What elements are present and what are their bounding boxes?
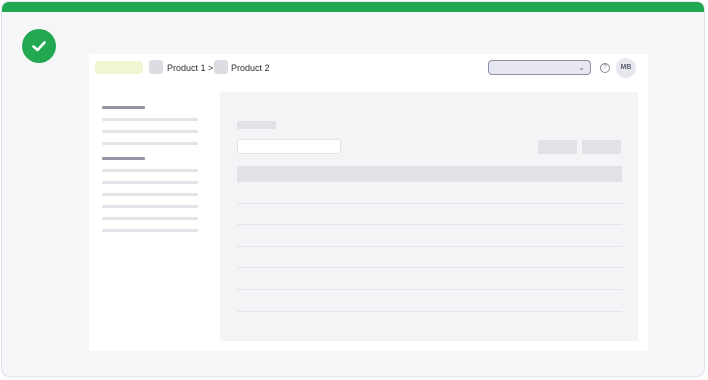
table-row[interactable]: [237, 311, 622, 312]
sidebar-item[interactable]: [102, 229, 198, 232]
product-2-icon: [214, 60, 228, 74]
chevron-down-icon: ⌄: [578, 63, 585, 72]
table-row[interactable]: [237, 203, 622, 204]
sidebar-item[interactable]: [102, 142, 198, 145]
logo-placeholder: [95, 61, 143, 74]
action-button-secondary[interactable]: [582, 140, 621, 154]
app-window: Product 1 > Product 2 ⌄ ? MB: [89, 54, 648, 351]
table-row[interactable]: [237, 224, 622, 225]
header-select[interactable]: ⌄: [488, 60, 591, 75]
illustration-card: Product 1 > Product 2 ⌄ ? MB: [1, 1, 705, 377]
action-button-primary[interactable]: [538, 140, 577, 154]
table-row[interactable]: [237, 289, 622, 290]
main-panel: [220, 92, 638, 341]
sidebar-section-heading: [102, 106, 145, 109]
sidebar-item[interactable]: [102, 130, 198, 133]
search-input[interactable]: [237, 139, 341, 154]
avatar[interactable]: MB: [616, 58, 636, 78]
breadcrumb-item-product-2[interactable]: Product 2: [231, 63, 270, 73]
table-row[interactable]: [237, 267, 622, 268]
sidebar-item[interactable]: [102, 181, 198, 184]
success-bar: [2, 2, 704, 12]
breadcrumb-item-product-1[interactable]: Product 1 >: [167, 63, 213, 73]
sidebar-section-heading: [102, 157, 145, 160]
sidebar-item[interactable]: [102, 169, 198, 172]
sidebar-item[interactable]: [102, 118, 198, 121]
product-1-icon: [149, 60, 163, 74]
success-check-icon: [22, 29, 56, 63]
sidebar-item[interactable]: [102, 193, 198, 196]
table-header: [237, 166, 622, 182]
sidebar-item[interactable]: [102, 205, 198, 208]
table-row[interactable]: [237, 246, 622, 247]
sidebar-item[interactable]: [102, 217, 198, 220]
help-icon[interactable]: ?: [600, 63, 610, 73]
page-title-placeholder: [237, 121, 276, 129]
